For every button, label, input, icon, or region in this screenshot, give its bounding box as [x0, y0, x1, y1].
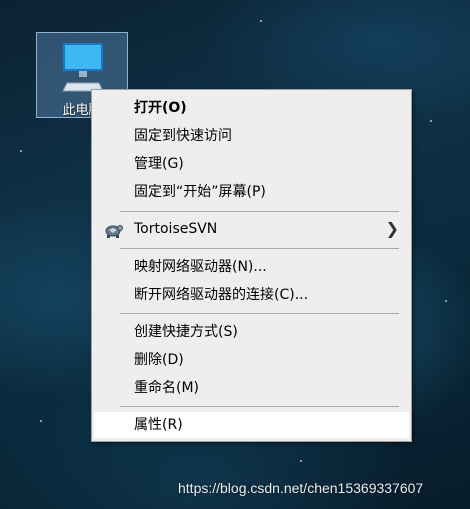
- context-menu: 打开(O) 固定到快速访问 管理(G) 固定到“开始”屏幕(P) Tortois…: [91, 89, 412, 442]
- menu-item-delete[interactable]: 删除(D): [92, 347, 411, 373]
- menu-item-map-network-drive[interactable]: 映射网络驱动器(N)...: [92, 254, 411, 280]
- menu-item-pin-start[interactable]: 固定到“开始”屏幕(P): [92, 179, 411, 205]
- menu-separator: [120, 211, 399, 212]
- star: [300, 460, 302, 462]
- menu-item-pin-quick-access[interactable]: 固定到快速访问: [92, 123, 411, 149]
- submenu-chevron-right-icon: ❯: [385, 219, 399, 238]
- watermark-url: https://blog.csdn.net/chen15369337607: [178, 480, 424, 496]
- tortoisesvn-icon: [105, 225, 123, 238]
- menu-item-properties[interactable]: 属性(R): [94, 412, 409, 438]
- star: [20, 150, 22, 152]
- menu-separator: [120, 313, 399, 314]
- star: [445, 300, 447, 302]
- menu-item-rename[interactable]: 重命名(M): [92, 375, 411, 401]
- menu-separator: [120, 406, 399, 407]
- computer-icon: [62, 43, 104, 92]
- star: [40, 420, 42, 422]
- star: [430, 120, 432, 122]
- menu-item-open[interactable]: 打开(O): [92, 95, 411, 121]
- menu-separator: [120, 248, 399, 249]
- menu-item-create-shortcut[interactable]: 创建快捷方式(S): [92, 319, 411, 345]
- menu-item-tortoisesvn-label: TortoiseSVN: [134, 221, 218, 237]
- menu-item-manage[interactable]: 管理(G): [92, 151, 411, 177]
- star: [260, 20, 262, 22]
- menu-item-disconnect-network-drive[interactable]: 断开网络驱动器的连接(C)...: [92, 282, 411, 308]
- menu-item-tortoisesvn[interactable]: TortoiseSVN ❯: [92, 216, 411, 242]
